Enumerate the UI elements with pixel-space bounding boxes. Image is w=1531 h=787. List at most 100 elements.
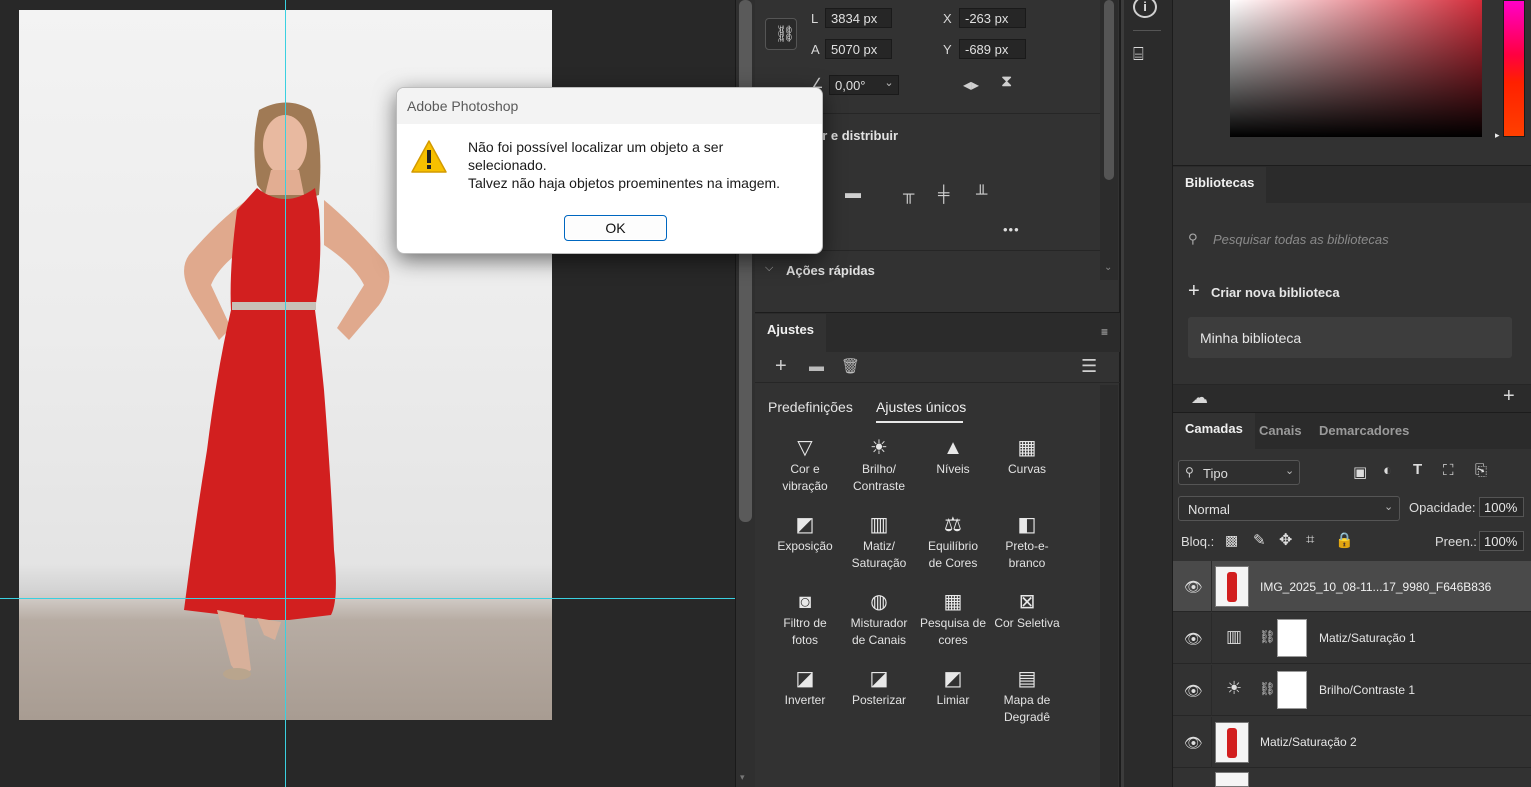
visibility-eye-icon[interactable]: 👁 [1184, 734, 1203, 752]
chevron-down-icon: ⌄ [1384, 501, 1394, 513]
x-field[interactable]: -263 px [959, 8, 1026, 28]
filter-adjustment-icon[interactable]: ◐ [1383, 462, 1392, 479]
panel-menu-icon[interactable]: ≡ [1101, 325, 1108, 339]
opacity-field[interactable]: 100% [1479, 497, 1524, 517]
list-view-icon[interactable]: ☰ [1081, 356, 1097, 377]
adjustment-levels[interactable]: ▲ Níveis [916, 435, 990, 478]
scroll-down-icon[interactable]: ⌄ [1104, 262, 1112, 273]
height-field[interactable]: 5070 px [825, 39, 892, 59]
layer-mask-thumbnail[interactable] [1277, 619, 1307, 657]
align-bottom-edge-icon[interactable]: ╨ [976, 186, 987, 204]
filter-type-icon[interactable]: T [1413, 461, 1422, 478]
tab-layers[interactable]: Camadas [1173, 413, 1255, 450]
adjustment-color-lookup[interactable]: ▦ Pesquisa de cores [916, 589, 990, 649]
layer-row[interactable]: 👁 ▥ ⛓ Matiz/Saturação 1 [1173, 613, 1531, 664]
layer-row[interactable]: 👁 IMG_2025_10_08-11...17_9980_F646B836 [1173, 561, 1531, 612]
add-icon[interactable]: + [775, 355, 787, 378]
lock-brush-icon[interactable]: ✎ [1253, 531, 1266, 549]
more-options-icon[interactable]: ••• [1003, 222, 1020, 237]
adjustment-brightness[interactable]: ☀ Brilho/Contraste [842, 435, 916, 495]
layer-name[interactable]: Brilho/Contraste 1 [1319, 683, 1415, 697]
adjustment-label: branco [1008, 556, 1046, 570]
adjustment-curves[interactable]: ▦ Curvas [990, 435, 1064, 478]
hue-slider[interactable] [1503, 0, 1525, 137]
scrollbar-thumb[interactable] [739, 0, 752, 522]
chevron-down-icon[interactable]: ⌄ [881, 76, 897, 94]
quick-actions-header[interactable]: Ações rápidas [786, 263, 875, 278]
layer-comps-icon[interactable]: ⌸ [1133, 44, 1144, 65]
create-library-button[interactable]: Criar nova biblioteca [1211, 285, 1340, 300]
lock-move-icon[interactable]: ✥ [1279, 530, 1292, 550]
flip-horizontal-icon[interactable]: ◂▸ [963, 75, 979, 95]
horizontal-guide[interactable] [0, 598, 735, 599]
color-picker-field[interactable] [1230, 0, 1482, 137]
align-distribute-header[interactable]: ar e distribuir [815, 128, 898, 143]
lock-transparent-icon[interactable]: ▩ [1225, 532, 1238, 549]
library-search-input[interactable]: Pesquisar todas as bibliotecas [1213, 232, 1389, 247]
adjustments-tab[interactable]: Ajustes [755, 314, 826, 353]
fill-field[interactable]: 100% [1479, 531, 1524, 551]
tab-paths[interactable]: Demarcadores [1319, 423, 1409, 438]
layer-name[interactable]: Matiz/Saturação 2 [1260, 735, 1357, 749]
chain-link-icon: ⛓ [775, 26, 796, 43]
adjustment-photo-filter[interactable]: ◙ Filtro de fotos [768, 589, 842, 649]
adjustment-color-balance[interactable]: ⚖ Equilíbrio de Cores [916, 512, 990, 572]
visibility-eye-icon[interactable]: 👁 [1184, 682, 1203, 700]
adjustment-gradient-map[interactable]: ▤ Mapa de Degradê [990, 666, 1064, 726]
flip-vertical-icon[interactable]: ⧗ [1001, 73, 1012, 91]
channel-mixer-icon: ◍ [870, 591, 888, 613]
properties-scroll-thumb[interactable] [1104, 0, 1114, 180]
chain-link-icon[interactable]: ⛓ [1259, 681, 1276, 697]
lock-artboard-icon[interactable]: ⌗ [1306, 531, 1314, 548]
vertical-guide[interactable] [285, 0, 286, 787]
my-library-item[interactable]: Minha biblioteca [1188, 317, 1512, 358]
filter-pixel-icon[interactable]: ▣ [1353, 463, 1367, 481]
filter-shape-icon[interactable]: ⛶ [1443, 462, 1454, 479]
y-field[interactable]: -689 px [959, 39, 1026, 59]
align-bottom-icon[interactable]: ▬ [845, 185, 861, 203]
adjustment-posterize[interactable]: ◪ Posterizar [842, 666, 916, 709]
link-dimensions-button[interactable]: ⛓ [765, 18, 797, 50]
tab-single-adjustments[interactable]: Ajustes únicos [876, 399, 966, 415]
adjustment-exposure[interactable]: ◩ Exposição [768, 512, 842, 555]
adjustment-threshold[interactable]: ◩ Limiar [916, 666, 990, 709]
adjustments-scrollbar[interactable] [1100, 385, 1118, 787]
adjustment-black-white[interactable]: ◧ Preto-e-branco [990, 512, 1064, 572]
layer-mask-thumbnail[interactable] [1277, 671, 1307, 709]
align-top-icon[interactable]: ╥ [903, 186, 914, 204]
visibility-eye-icon[interactable]: 👁 [1184, 630, 1203, 648]
filter-smart-object-icon[interactable]: ⎘ [1475, 462, 1487, 479]
info-icon[interactable]: i [1133, 0, 1157, 18]
visibility-eye-icon[interactable]: 👁 [1184, 578, 1203, 596]
hue-slider-handle-icon[interactable]: ▸ [1495, 130, 1500, 141]
collapse-chevron-icon[interactable]: ⌵ [765, 262, 773, 275]
properties-scrollbar[interactable]: ⌄ [1100, 0, 1118, 280]
adjustment-channel-mixer[interactable]: ◍ Misturador de Canais [842, 589, 916, 649]
ok-button[interactable]: OK [564, 215, 667, 241]
lock-all-icon[interactable]: 🔒 [1335, 531, 1354, 549]
adjustment-vibrance[interactable]: ▽ Cor e vibração [768, 435, 842, 495]
adjustment-label: Misturador [850, 616, 908, 630]
lock-label: Bloq.: [1181, 534, 1215, 549]
message-line: Não foi possível localizar um objeto a s… [468, 139, 724, 155]
layer-filter-select[interactable]: ⚲ Tipo ⌄ [1178, 460, 1300, 485]
scroll-down-icon[interactable]: ▾ [740, 772, 745, 783]
libraries-tab[interactable]: Bibliotecas [1173, 167, 1267, 204]
adjustment-selective-color[interactable]: ⊠ Cor Seletiva [990, 589, 1064, 632]
add-asset-icon[interactable]: + [1503, 385, 1515, 408]
blend-mode-select[interactable]: Normal ⌄ [1178, 496, 1400, 521]
align-vertical-center-icon[interactable]: ╪ [938, 186, 949, 204]
adjustment-invert[interactable]: ◪ Inverter [768, 666, 842, 709]
cloud-icon[interactable]: ☁ [1191, 388, 1208, 408]
folder-icon[interactable]: ▬ [809, 358, 824, 375]
trash-icon[interactable]: 🗑 [841, 357, 860, 375]
chain-link-icon[interactable]: ⛓ [1259, 629, 1276, 645]
adjustment-hue-saturation[interactable]: ▥ Matiz/Saturação [842, 512, 916, 572]
layer-name[interactable]: Matiz/Saturação 1 [1319, 631, 1416, 645]
layer-row[interactable]: 👁 ☀ ⛓ Brilho/Contraste 1 [1173, 665, 1531, 716]
tab-presets[interactable]: Predefinições [768, 399, 853, 415]
layer-row[interactable]: 👁 Matiz/Saturação 2 [1173, 717, 1531, 768]
width-field[interactable]: 3834 px [825, 8, 892, 28]
layer-name[interactable]: IMG_2025_10_08-11...17_9980_F646B836 [1260, 580, 1491, 594]
tab-channels[interactable]: Canais [1259, 423, 1302, 438]
